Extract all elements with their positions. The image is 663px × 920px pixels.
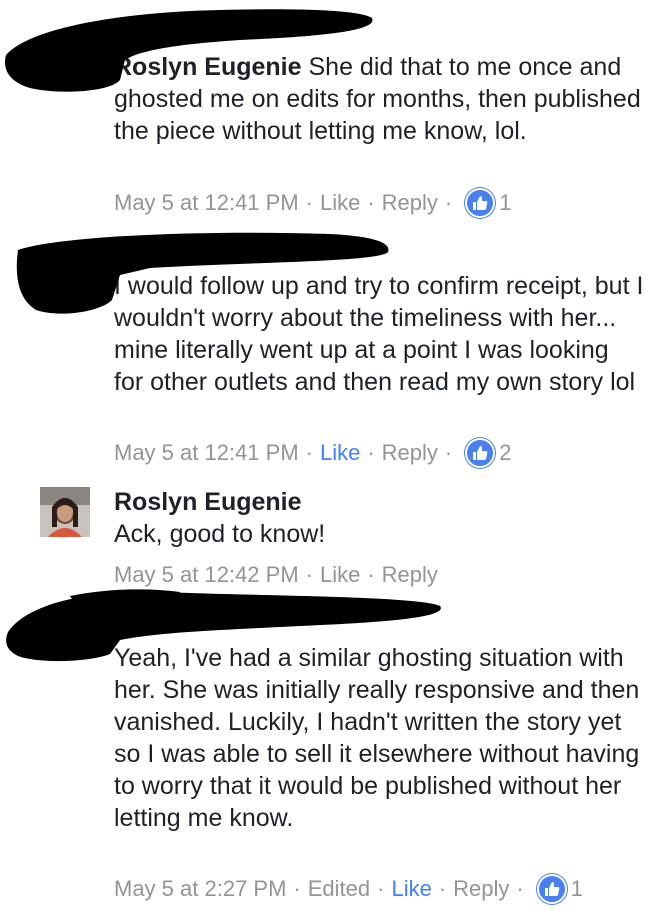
redaction-scribble-3 [6, 589, 441, 662]
